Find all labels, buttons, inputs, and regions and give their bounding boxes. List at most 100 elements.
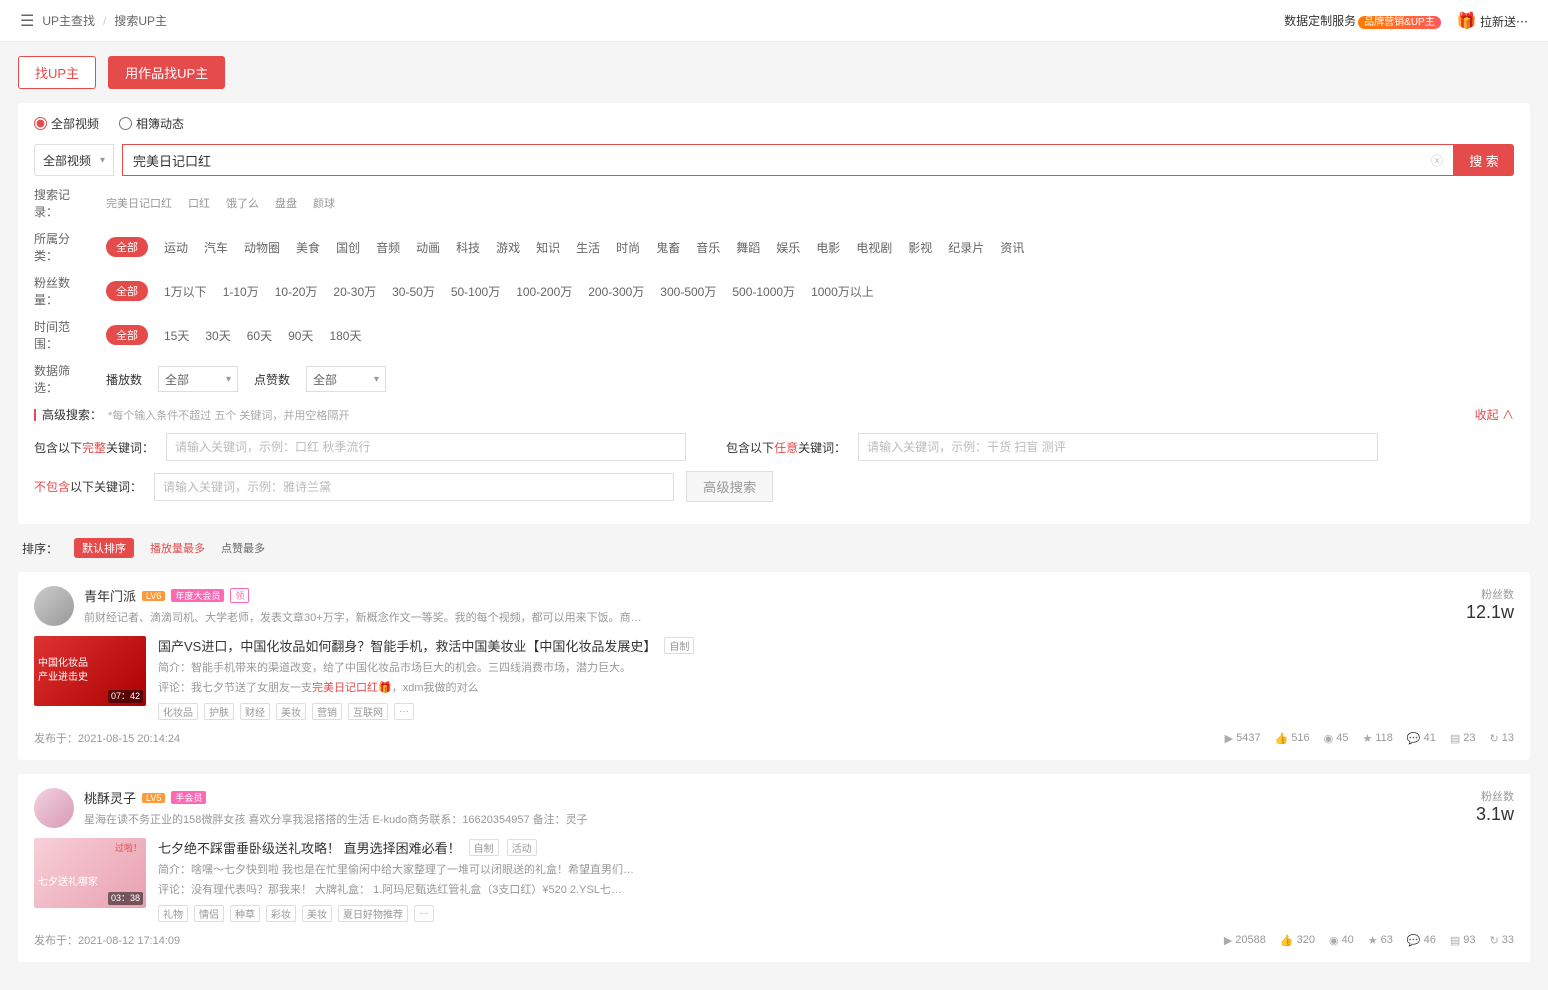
tag-item[interactable]: 化妆品 — [158, 703, 198, 720]
tag-more[interactable]: … — [394, 703, 414, 720]
fans-item[interactable]: 50-100万 — [451, 283, 500, 300]
category-item[interactable]: 纪录片 — [948, 239, 984, 256]
sort-like-most[interactable]: 点赞最多 — [221, 540, 265, 556]
like-icon: 👍 — [1280, 934, 1294, 947]
timerange-all[interactable]: 全部 — [106, 325, 148, 345]
category-item[interactable]: 音乐 — [696, 239, 720, 256]
invite-link[interactable]: 🎁 拉新送⋯ — [1457, 11, 1528, 31]
category-item[interactable]: 美食 — [296, 239, 320, 256]
follow-badge[interactable]: 领 — [230, 588, 249, 603]
category-item[interactable]: 电影 — [816, 239, 840, 256]
adv-exact-input[interactable] — [166, 433, 686, 461]
category-item[interactable]: 科技 — [456, 239, 480, 256]
tag-item[interactable]: 礼物 — [158, 905, 188, 922]
radio-all-video[interactable]: 全部视频 — [34, 115, 99, 132]
adv-search-button[interactable]: 高级搜索 — [686, 471, 773, 502]
fans-all[interactable]: 全部 — [106, 281, 148, 301]
history-item[interactable]: 完美日记口红 — [106, 195, 172, 211]
category-item[interactable]: 国创 — [336, 239, 360, 256]
history-item[interactable]: 盘盘 — [275, 195, 297, 211]
category-all[interactable]: 全部 — [106, 237, 148, 257]
tag-item[interactable]: 夏日好物推荐 — [338, 905, 408, 922]
tag-item[interactable]: 彩妆 — [266, 905, 296, 922]
category-item[interactable]: 动画 — [416, 239, 440, 256]
play-filter-select[interactable]: 全部 ▾ — [158, 366, 238, 392]
category-item[interactable]: 知识 — [536, 239, 560, 256]
sort-default[interactable]: 默认排序 — [74, 538, 134, 558]
timerange-item[interactable]: 60天 — [247, 327, 272, 344]
tag-item[interactable]: 美妆 — [302, 905, 332, 922]
category-item[interactable]: 动物圈 — [244, 239, 280, 256]
history-item[interactable]: 饿了么 — [226, 195, 259, 211]
video-type-select[interactable]: 全部视频 ▾ — [34, 144, 114, 176]
creator-name[interactable]: 桃酥灵子 — [84, 788, 136, 807]
category-item[interactable]: 音频 — [376, 239, 400, 256]
timerange-item[interactable]: 15天 — [164, 327, 189, 344]
video-title[interactable]: 七夕绝不踩雷垂卧级送礼攻略！ 直男选择困难必看！ — [158, 838, 461, 857]
fans-item[interactable]: 10-20万 — [275, 283, 318, 300]
video-thumbnail[interactable]: 中国化妆品 产业进击史 07：42 — [34, 636, 146, 706]
like-filter-select[interactable]: 全部 ▾ — [306, 366, 386, 392]
menu-toggle-icon[interactable]: ☰ — [20, 11, 34, 31]
search-button[interactable]: 搜 索 — [1454, 144, 1514, 176]
timerange-item[interactable]: 180天 — [329, 327, 361, 344]
adv-any-input[interactable] — [858, 433, 1378, 461]
custom-data-link[interactable]: 数据定制服务品牌营销&UP主 — [1284, 12, 1441, 29]
avatar[interactable] — [34, 788, 74, 828]
history-item[interactable]: 口红 — [188, 195, 210, 211]
tag-item[interactable]: 美妆 — [276, 703, 306, 720]
top-bar: ☰ UP主查找 / 搜索UP主 数据定制服务品牌营销&UP主 🎁 拉新送⋯ — [0, 0, 1548, 42]
page-body: 找UP主 用作品找UP主 全部视频 相簿动态 全部视频 ▾ ⓧ 搜 索 — [0, 42, 1548, 990]
category-item[interactable]: 汽车 — [204, 239, 228, 256]
tag-item[interactable]: 互联网 — [348, 703, 388, 720]
tag-item[interactable]: 情侣 — [194, 905, 224, 922]
video-title[interactable]: 国产VS进口，中国化妆品如何翻身？智能手机，救活中国美妆业【中国化妆品发展史】 — [158, 636, 656, 655]
creator-name[interactable]: 青年门派 — [84, 586, 136, 605]
category-item[interactable]: 资讯 — [1000, 239, 1024, 256]
collapse-toggle[interactable]: 收起 ∧ — [1475, 406, 1514, 423]
timerange-label: 时间范围： — [34, 318, 90, 352]
fans-item[interactable]: 200-300万 — [588, 283, 644, 300]
category-item[interactable]: 电视剧 — [856, 239, 892, 256]
fans-item[interactable]: 100-200万 — [516, 283, 572, 300]
video-thumbnail[interactable]: 过啦！ 七夕送礼哪家 03：38 — [34, 838, 146, 908]
fans-item[interactable]: 500-1000万 — [732, 283, 795, 300]
duration-badge: 03：38 — [108, 892, 143, 905]
tag-item[interactable]: 种草 — [230, 905, 260, 922]
adv-exclude-input[interactable] — [154, 473, 674, 501]
breadcrumb-level1[interactable]: UP主查找 — [42, 12, 95, 29]
category-item[interactable]: 鬼畜 — [656, 239, 680, 256]
category-item[interactable]: 娱乐 — [776, 239, 800, 256]
fans-item[interactable]: 20-30万 — [333, 283, 376, 300]
tag-item[interactable]: 护肤 — [204, 703, 234, 720]
avatar[interactable] — [34, 586, 74, 626]
fans-item[interactable]: 1万以下 — [164, 283, 207, 300]
category-item[interactable]: 舞蹈 — [736, 239, 760, 256]
radio-dynamic-input[interactable] — [119, 117, 132, 130]
fans-item[interactable]: 30-50万 — [392, 283, 435, 300]
sort-play-most[interactable]: 播放量最多 — [150, 540, 205, 556]
timerange-item[interactable]: 90天 — [288, 327, 313, 344]
tab-find-up[interactable]: 找UP主 — [18, 56, 96, 89]
category-item[interactable]: 运动 — [164, 239, 188, 256]
category-item[interactable]: 时尚 — [616, 239, 640, 256]
history-item[interactable]: 颜球 — [313, 195, 335, 211]
tag-item[interactable]: 营销 — [312, 703, 342, 720]
category-item[interactable]: 生活 — [576, 239, 600, 256]
tag-item[interactable]: 财经 — [240, 703, 270, 720]
radio-all-video-input[interactable] — [34, 117, 47, 130]
clear-icon[interactable]: ⓧ — [1431, 152, 1443, 169]
tag-more[interactable]: … — [414, 905, 434, 922]
breadcrumb-level2[interactable]: 搜索UP主 — [114, 12, 167, 29]
search-input[interactable] — [133, 153, 1443, 168]
fans-item[interactable]: 1000万以上 — [811, 283, 874, 300]
datafilter-label: 数据筛选： — [34, 362, 90, 396]
share-icon: ↻ — [1490, 732, 1499, 745]
fans-item[interactable]: 1-10万 — [223, 283, 259, 300]
category-item[interactable]: 游戏 — [496, 239, 520, 256]
tab-find-by-work[interactable]: 用作品找UP主 — [108, 56, 225, 89]
category-item[interactable]: 影视 — [908, 239, 932, 256]
radio-dynamic[interactable]: 相簿动态 — [119, 115, 184, 132]
fans-item[interactable]: 300-500万 — [660, 283, 716, 300]
timerange-item[interactable]: 30天 — [205, 327, 230, 344]
